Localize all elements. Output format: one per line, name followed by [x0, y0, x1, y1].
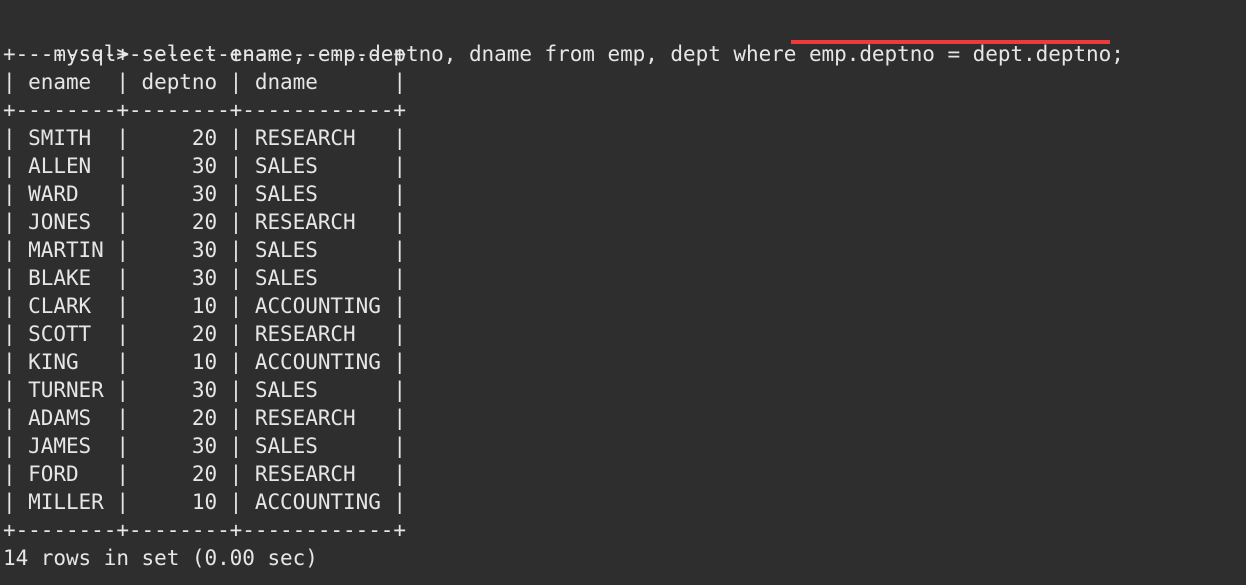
table-row: | ADAMS | 20 | RESEARCH |: [3, 406, 406, 430]
query-highlight-underline: [791, 40, 1110, 44]
table-row: | BLAKE | 30 | SALES |: [3, 266, 406, 290]
table-bottom-border: +--------+--------+------------+: [3, 518, 406, 542]
result-status-line: 14 rows in set (0.00 sec): [3, 546, 318, 570]
table-header-row: | ename | deptno | dname |: [3, 70, 406, 94]
table-row: | SCOTT | 20 | RESEARCH |: [3, 322, 406, 346]
table-header-separator: +--------+--------+------------+: [3, 98, 406, 122]
table-row: | WARD | 30 | SALES |: [3, 182, 406, 206]
table-row: | ALLEN | 30 | SALES |: [3, 154, 406, 178]
command-prompt-line: mysql> select ename, emp.deptno, dname f…: [3, 12, 1246, 66]
table-row: | FORD | 20 | RESEARCH |: [3, 462, 406, 486]
table-row: | CLARK | 10 | ACCOUNTING |: [3, 294, 406, 318]
table-row: | MARTIN | 30 | SALES |: [3, 238, 406, 262]
command-text: mysql> select ename, emp.deptno, dname f…: [53, 42, 1124, 66]
table-row: | KING | 10 | ACCOUNTING |: [3, 350, 406, 374]
table-row: | MILLER | 10 | ACCOUNTING |: [3, 490, 406, 514]
table-row: | JONES | 20 | RESEARCH |: [3, 210, 406, 234]
table-row: | JAMES | 30 | SALES |: [3, 434, 406, 458]
table-row: | TURNER | 30 | SALES |: [3, 378, 406, 402]
table-row: | SMITH | 20 | RESEARCH |: [3, 126, 406, 150]
terminal-window[interactable]: mysql> select ename, emp.deptno, dname f…: [0, 0, 1246, 585]
